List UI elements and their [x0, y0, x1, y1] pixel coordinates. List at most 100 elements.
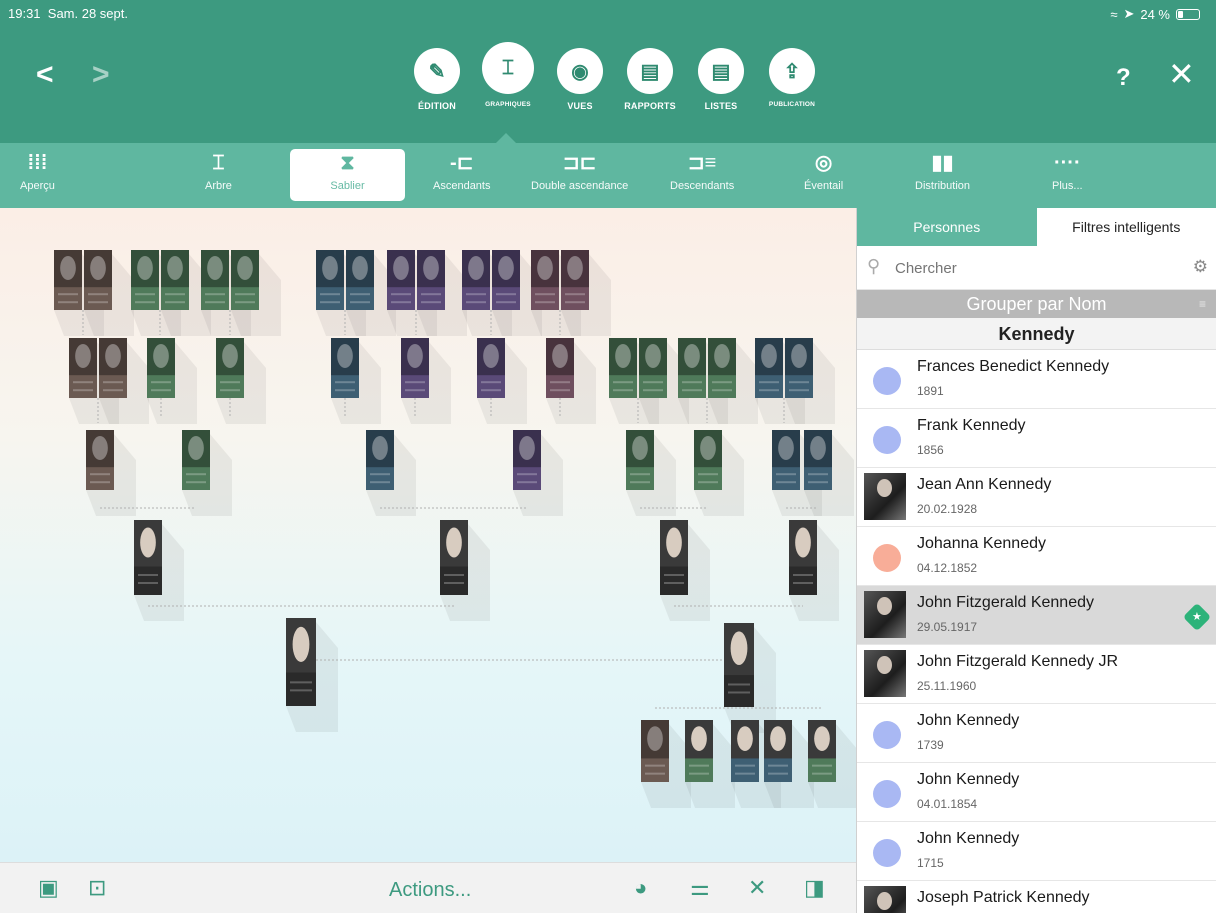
person-list-item[interactable]: John Fitzgerald Kennedy JR 25.11.1960: [857, 645, 1216, 704]
chart-type-ascendants[interactable]: -⊏ Ascendants: [433, 149, 490, 192]
mode-rapports[interactable]: ▤ RAPPORTS: [620, 48, 680, 111]
ancestor-gen2-2[interactable]: [366, 430, 416, 516]
person-list-item[interactable]: John Fitzgerald Kennedy 29.05.1917 ★: [857, 586, 1216, 645]
toggle-icon[interactable]: ⚌: [690, 876, 710, 900]
ancestor-gen4-6-b[interactable]: [561, 250, 611, 336]
tools-icon[interactable]: ✕: [748, 876, 766, 900]
child-3[interactable]: [764, 720, 814, 808]
mode-label: PUBLICATION: [768, 101, 816, 108]
search-bar: ⚲ ⚙: [857, 246, 1216, 290]
ancestor-gen2-4[interactable]: [626, 430, 676, 516]
mode-vues[interactable]: ◉ VUES: [550, 48, 610, 111]
spouse-person[interactable]: [724, 623, 776, 733]
back-button[interactable]: <: [36, 60, 54, 90]
mode-graphiques[interactable]: ⌶ GRAPHIQUES: [478, 42, 538, 108]
grandparent-1[interactable]: [440, 520, 490, 621]
ancestor-gen3-0-b[interactable]: [99, 338, 149, 424]
descendants-icon: ⊐≡: [687, 152, 717, 174]
chart-type-sablier[interactable]: ⧗ Sablier: [290, 149, 405, 201]
person-avatar: [873, 367, 901, 395]
ancestor-gen3-6[interactable]: [546, 338, 596, 424]
person-name: John Kennedy: [917, 712, 1020, 729]
child-4[interactable]: [808, 720, 856, 808]
graph-icon: ⌶: [482, 42, 534, 94]
person-list-item[interactable]: Frances Benedict Kennedy 1891: [857, 350, 1216, 409]
group-by-button[interactable]: Grouper par Nom ≡: [857, 290, 1216, 318]
ancestor-gen4-4-b[interactable]: [417, 250, 467, 336]
ancestor-gen2-3[interactable]: [513, 430, 563, 516]
close-button[interactable]: ✕: [1168, 58, 1195, 90]
person-name: John Kennedy: [917, 830, 1020, 847]
person-photo: [864, 473, 906, 520]
mode-label: ÉDITION: [418, 101, 456, 111]
chart-type-eventail[interactable]: ◎ Éventail: [804, 149, 843, 192]
person-list-item[interactable]: Jean Ann Kennedy 20.02.1928: [857, 468, 1216, 527]
ancestor-gen3-9-b[interactable]: [785, 338, 835, 424]
chart-type-arbre[interactable]: ⌶ Arbre: [205, 149, 232, 192]
tab-filtres-intelligents[interactable]: Filtres intelligents: [1036, 208, 1216, 246]
edit-pencil-icon: ✎: [414, 48, 460, 94]
person-date: 1891: [917, 384, 944, 398]
ancestor-gen3-2[interactable]: [216, 338, 266, 424]
focus-person-icon[interactable]: ⊡: [88, 876, 106, 900]
chart-type-toolbar: ⁞⁞⁞ Aperçu ⌶ Arbre ⧗ Sablier -⊏ Ascendan…: [0, 143, 1216, 208]
ancestor-gen2-0[interactable]: [86, 430, 136, 516]
ancestor-gen2-1[interactable]: [182, 430, 232, 516]
ancestors-icon: -⊏: [450, 152, 474, 174]
chart-type-distribution[interactable]: ▮▮ Distribution: [915, 149, 970, 192]
sort-icon[interactable]: ≡: [1199, 290, 1206, 318]
person-list-item[interactable]: John Kennedy 1715: [857, 822, 1216, 881]
sidebar-tabs: Personnes Filtres intelligents: [857, 208, 1216, 246]
palette-icon[interactable]: ◕: [634, 876, 647, 900]
grandparent-3[interactable]: [789, 520, 839, 621]
section-header: Kennedy: [857, 318, 1216, 350]
fan-icon: ◎: [814, 152, 833, 174]
ancestor-gen4-2-b[interactable]: [231, 250, 281, 336]
eye-icon: ◉: [557, 48, 603, 94]
ancestor-gen3-4[interactable]: [401, 338, 451, 424]
chart-type-descendants[interactable]: ⊐≡ Descendants: [670, 149, 734, 192]
ancestor-gen2-5[interactable]: [694, 430, 744, 516]
person-list-item[interactable]: Joseph Patrick Kennedy: [857, 881, 1216, 913]
double-ancestry-icon: ⊐⊏: [562, 152, 597, 174]
ancestor-gen2-7[interactable]: [804, 430, 854, 516]
report-icon: ▤: [627, 48, 673, 94]
person-list-item[interactable]: John Kennedy 1739: [857, 704, 1216, 763]
person-list-item[interactable]: John Kennedy 04.01.1854: [857, 763, 1216, 822]
help-button[interactable]: ?: [1116, 64, 1131, 92]
chart-type-double-ascendance[interactable]: ⊐⊏ Double ascendance: [531, 149, 628, 192]
mode-listes[interactable]: ▤ LISTES: [691, 48, 751, 111]
child-0[interactable]: [641, 720, 691, 808]
list-icon: ▤: [698, 48, 744, 94]
ancestor-gen4-0-b[interactable]: [84, 250, 134, 336]
chart-type-plus[interactable]: ···· Plus...: [1052, 149, 1083, 192]
child-1[interactable]: [685, 720, 735, 808]
search-input[interactable]: [895, 256, 1165, 280]
person-date: 1856: [917, 443, 944, 457]
actions-button[interactable]: Actions...: [389, 879, 471, 902]
ancestor-gen3-1[interactable]: [147, 338, 197, 424]
fit-screen-icon[interactable]: ▣: [38, 876, 59, 900]
ancestor-gen3-5[interactable]: [477, 338, 527, 424]
ancestor-gen3-3[interactable]: [331, 338, 381, 424]
battery-icon: [1176, 8, 1200, 20]
chart-type-apercu[interactable]: ⁞⁞⁞ Aperçu: [20, 149, 55, 192]
battery-percent: 24 %: [1140, 6, 1170, 22]
person-date: 04.12.1852: [917, 561, 978, 575]
mode-edition[interactable]: ✎ ÉDITION: [407, 48, 467, 111]
person-avatar: [873, 839, 901, 867]
root-person-jfk[interactable]: [286, 618, 338, 732]
mode-publication[interactable]: ⇪ PUBLICATION: [762, 48, 822, 108]
hourglass-chart-canvas[interactable]: [0, 208, 856, 862]
person-name: John Fitzgerald Kennedy JR: [917, 653, 1118, 670]
person-date: 1715: [917, 856, 944, 870]
tab-personnes[interactable]: Personnes: [857, 208, 1037, 246]
ancestor-gen3-8-b[interactable]: [708, 338, 758, 424]
gear-icon[interactable]: ⚙: [1193, 257, 1208, 277]
sidebar-icon[interactable]: ◨: [804, 876, 825, 900]
person-list: Frances Benedict Kennedy 1891 Frank Kenned…: [857, 350, 1216, 913]
person-list-item[interactable]: Frank Kennedy 1856: [857, 409, 1216, 468]
person-list-item[interactable]: Johanna Kennedy 04.12.1852: [857, 527, 1216, 586]
person-name: Frank Kennedy: [917, 417, 1026, 434]
forward-button[interactable]: >: [92, 60, 110, 90]
